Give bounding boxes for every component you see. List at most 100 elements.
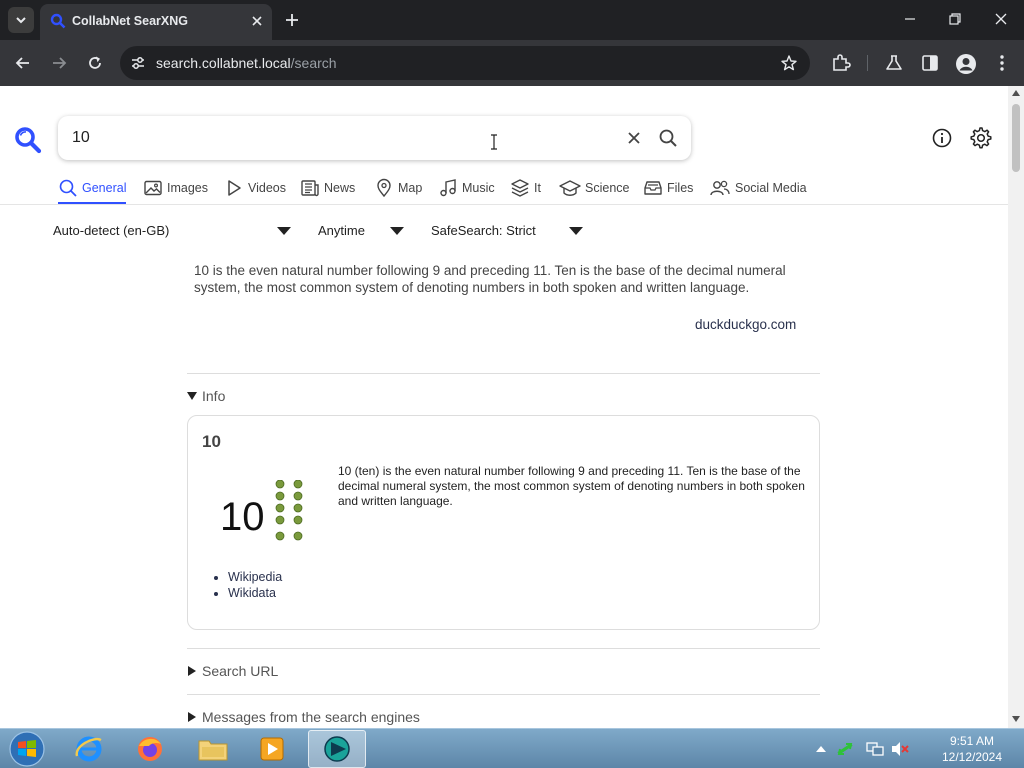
url-path: /search <box>290 55 337 71</box>
folder-icon <box>198 740 228 761</box>
extensions-puzzle-icon[interactable] <box>831 53 851 73</box>
caret-down-icon[interactable] <box>277 226 291 236</box>
scroll-down-icon[interactable] <box>1012 716 1020 722</box>
info-label: Info <box>202 388 226 404</box>
browser-app-icon <box>324 736 350 762</box>
taskbar-file-explorer[interactable] <box>186 730 240 768</box>
browser-titlebar: CollabNet SearXNG <box>0 0 1024 40</box>
infobox-title: 10 <box>202 432 221 451</box>
about-info-icon[interactable] <box>932 128 952 148</box>
tab-label: Music <box>462 181 495 195</box>
labs-flask-icon[interactable] <box>884 53 904 73</box>
infobox: 10 10 10 (ten) is the even natural numbe… <box>187 415 820 630</box>
page-content: General Images Videos News Map Music It <box>0 86 1008 728</box>
browser-toolbar: search.collabnet.local/search <box>0 40 1024 86</box>
layers-icon <box>511 179 529 197</box>
info-toggle[interactable]: Info <box>187 388 225 404</box>
caret-down-icon[interactable] <box>390 226 404 236</box>
taskbar-firefox[interactable] <box>123 730 177 768</box>
wikipedia-link[interactable]: Wikipedia <box>228 570 282 584</box>
reload-icon[interactable] <box>86 54 104 72</box>
triangle-down-icon <box>187 392 197 400</box>
network-sync-icon[interactable] <box>836 741 854 757</box>
image-icon <box>144 180 162 196</box>
bookmark-star-icon[interactable] <box>780 54 798 72</box>
search-url-label: Search URL <box>202 663 279 679</box>
close-tab-icon[interactable] <box>250 14 264 28</box>
play-icon <box>228 180 241 196</box>
infobox-links: Wikipedia Wikidata <box>228 570 282 601</box>
volume-muted-icon[interactable] <box>891 741 909 757</box>
scroll-up-icon[interactable] <box>1012 90 1020 96</box>
browser-tab[interactable]: CollabNet SearXNG <box>40 4 272 40</box>
answer-source-link[interactable]: duckduckgo.com <box>695 317 796 332</box>
safesearch-select[interactable]: SafeSearch: Strict <box>431 223 536 238</box>
wikidata-link[interactable]: Wikidata <box>228 586 276 600</box>
language-select[interactable]: Auto-detect (en-GB) <box>53 223 169 238</box>
section-divider <box>187 373 820 374</box>
internet-explorer-icon <box>75 736 102 762</box>
section-divider <box>187 648 820 649</box>
toolbar-divider <box>867 55 868 71</box>
browser-menu-icon[interactable] <box>996 53 1008 73</box>
network-status-icon[interactable] <box>866 741 884 757</box>
infobox-image-number: 10 <box>220 495 265 539</box>
list-item: Wikipedia <box>228 570 282 586</box>
counting-beads <box>275 480 303 541</box>
search-url-toggle[interactable]: Search URL <box>187 663 278 679</box>
file-tray-icon <box>644 181 662 195</box>
clock-time: 9:51 AM <box>949 734 995 748</box>
forward-arrow-icon[interactable] <box>50 54 68 72</box>
url-text[interactable]: search.collabnet.local/search <box>156 55 337 71</box>
url-host: search.collabnet.local <box>156 55 291 71</box>
search-button-icon[interactable] <box>658 128 678 148</box>
taskbar-clock[interactable]: 9:51 AM 12/12/2024 <box>932 733 1012 765</box>
time-range-select[interactable]: Anytime <box>318 223 365 238</box>
show-hidden-icons-icon[interactable] <box>816 745 826 753</box>
address-bar[interactable]: search.collabnet.local/search <box>120 46 810 80</box>
tab-title: CollabNet SearXNG <box>72 14 189 28</box>
site-settings-icon[interactable] <box>130 55 146 71</box>
people-icon <box>710 180 730 196</box>
page-scrollbar[interactable] <box>1008 86 1024 728</box>
tab-label: Science <box>585 181 630 195</box>
tab-label: It <box>534 181 541 195</box>
scrollbar-thumb[interactable] <box>1012 104 1020 172</box>
preferences-gear-icon[interactable] <box>970 127 992 149</box>
side-panel-icon[interactable] <box>920 53 940 73</box>
restore-icon[interactable] <box>948 12 962 26</box>
media-player-icon <box>260 737 284 761</box>
searxng-favicon-icon <box>50 13 66 29</box>
list-item: Wikidata <box>228 586 282 602</box>
engine-messages-toggle[interactable]: Messages from the search engines <box>187 709 420 725</box>
taskbar-internet-explorer[interactable] <box>62 730 116 768</box>
search-box <box>58 116 691 160</box>
firefox-icon <box>138 737 162 761</box>
windows-start-icon[interactable] <box>8 731 46 767</box>
tab-general[interactable]: General <box>58 178 127 204</box>
clear-search-icon[interactable] <box>626 130 642 146</box>
profile-avatar-icon[interactable] <box>955 53 977 75</box>
caret-down-icon[interactable] <box>569 226 583 236</box>
close-window-icon[interactable] <box>994 12 1008 26</box>
tab-label: Files <box>667 181 694 195</box>
music-icon <box>440 179 456 197</box>
minimize-icon[interactable] <box>903 12 917 26</box>
section-divider <box>187 694 820 695</box>
tab-label: General <box>82 181 127 195</box>
taskbar-browser-active[interactable] <box>308 730 366 768</box>
tab-label: Images <box>167 181 208 195</box>
back-arrow-icon[interactable] <box>14 54 32 72</box>
chevron-down-icon <box>16 17 26 24</box>
clock-date: 12/12/2024 <box>941 750 1003 764</box>
new-tab-icon[interactable] <box>284 12 300 28</box>
newspaper-icon <box>301 180 319 197</box>
header-divider <box>0 204 1008 205</box>
searxng-logo-icon[interactable] <box>14 126 42 154</box>
taskbar-media-player[interactable] <box>245 730 299 768</box>
tab-label: News <box>324 181 356 195</box>
text-cursor-icon <box>491 134 497 150</box>
tab-list-button[interactable] <box>8 7 34 33</box>
search-input[interactable] <box>72 129 472 147</box>
school-icon <box>559 180 581 196</box>
